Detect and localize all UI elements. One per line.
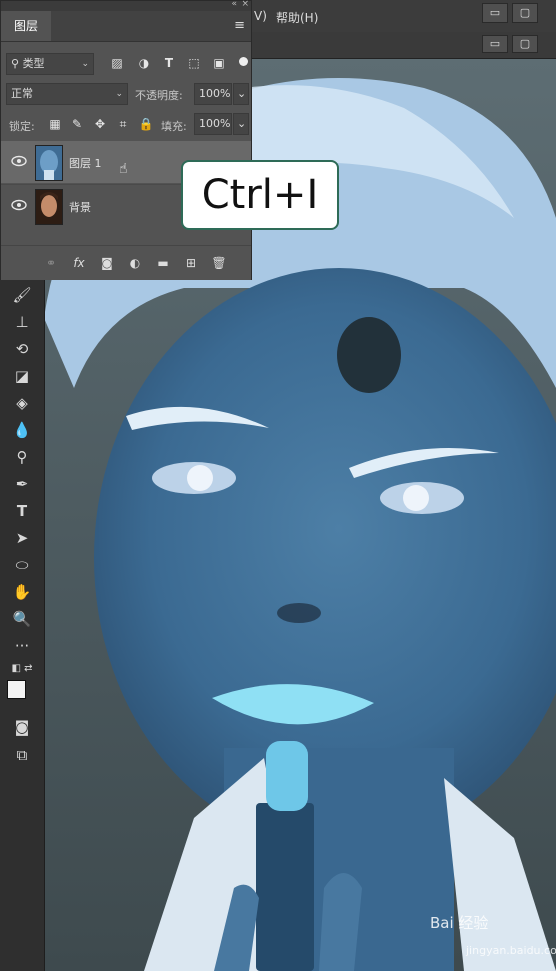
- lock-pixels-icon[interactable]: ✎: [69, 116, 85, 132]
- image-filter-icon[interactable]: ▨: [109, 55, 125, 71]
- layer-thumbnail-background: [35, 189, 63, 225]
- zoom-icon[interactable]: 🔍: [8, 608, 36, 630]
- stamp-icon[interactable]: ⊥: [8, 311, 36, 333]
- panel-menu-icon[interactable]: ≡: [234, 18, 245, 33]
- doc-minimize-button[interactable]: ▭: [482, 35, 508, 53]
- menu-item-help[interactable]: 帮助(H): [276, 9, 318, 26]
- layer-name: 背景: [69, 201, 91, 214]
- screen-mode-icon[interactable]: ⧉: [8, 744, 36, 766]
- lock-position-icon[interactable]: ✥: [92, 116, 108, 132]
- path-select-icon[interactable]: ➤: [8, 527, 36, 549]
- history-brush-icon[interactable]: ⟲: [8, 338, 36, 360]
- fill-dropdown-button[interactable]: ⌄: [233, 113, 249, 135]
- options-bar: ▭ ▢: [252, 32, 556, 59]
- collapse-icon[interactable]: «: [231, 0, 237, 9]
- type-icon[interactable]: T: [8, 500, 36, 522]
- adjustment-layer-icon[interactable]: ◐: [127, 255, 143, 271]
- baidu-watermark: Bai 经验: [430, 914, 489, 932]
- baidu-watermark-url: jingyan.baidu.com: [466, 944, 556, 957]
- group-folder-icon[interactable]: ▬: [155, 255, 171, 271]
- smartobject-filter-icon[interactable]: ▣: [211, 55, 227, 71]
- eraser-icon[interactable]: ◪: [8, 365, 36, 387]
- layer-name: 图层 1: [69, 157, 102, 170]
- visibility-eye-icon[interactable]: [11, 199, 27, 211]
- filter-kind-value: 类型: [22, 57, 45, 70]
- dodge-icon[interactable]: ⚲: [8, 446, 36, 468]
- minimize-button[interactable]: ▭: [482, 3, 508, 23]
- blend-mode-value: 正常: [11, 87, 33, 100]
- pen-icon[interactable]: ✒: [8, 473, 36, 495]
- search-icon: ⚲: [11, 57, 20, 70]
- panel-tabs: 图层 ≡: [1, 11, 251, 42]
- link-layers-icon[interactable]: ⚭: [43, 255, 59, 271]
- bucket-icon[interactable]: ◈: [8, 392, 36, 414]
- swap-colors-icon[interactable]: ◧ ⇄: [8, 658, 36, 680]
- brush-icon[interactable]: 🖌: [8, 284, 36, 306]
- chevron-down-icon: ⌄: [115, 89, 123, 99]
- visibility-eye-icon[interactable]: [11, 155, 27, 167]
- fill-label: 填充:: [161, 120, 187, 133]
- ellipse-icon[interactable]: ⬭: [8, 554, 36, 576]
- chevron-down-icon: ⌄: [81, 59, 89, 69]
- tools-panel: 🖌 ⊥ ⟲ ◪ ◈ 💧 ⚲ ✒ T ➤ ⬭ ✋ 🔍 ··· ◧ ⇄ ◙ ⧉: [0, 280, 45, 971]
- add-mask-icon[interactable]: ◙: [99, 255, 115, 271]
- layer-thumbnail-inverted: [35, 145, 63, 181]
- tab-layers[interactable]: 图层: [1, 11, 51, 41]
- lock-artboard-icon[interactable]: ⌗: [115, 116, 131, 132]
- restore-button[interactable]: ▢: [512, 3, 538, 23]
- filter-toggle[interactable]: [239, 57, 248, 66]
- app-menubar: V) 帮助(H) ▭ ▢: [252, 0, 556, 33]
- lock-transparent-icon[interactable]: ▦: [47, 116, 63, 132]
- foreground-color-swatch[interactable]: [7, 680, 26, 699]
- hand-icon[interactable]: ✋: [8, 581, 36, 603]
- opacity-label: 不透明度:: [135, 89, 183, 102]
- blend-mode-select[interactable]: 正常 ⌄: [6, 83, 128, 105]
- filter-kind-select[interactable]: ⚲ 类型 ⌄: [6, 53, 94, 75]
- shortcut-callout: Ctrl+I: [181, 160, 339, 230]
- quick-mask-icon[interactable]: ◙: [8, 716, 36, 738]
- new-layer-icon[interactable]: ⊞: [183, 255, 199, 271]
- close-icon[interactable]: ×: [241, 0, 249, 9]
- opacity-dropdown-button[interactable]: ⌄: [233, 83, 249, 105]
- menu-item-view-tail[interactable]: V): [254, 9, 267, 23]
- shape-filter-icon[interactable]: ⬚: [186, 55, 202, 71]
- lock-all-icon[interactable]: 🔒: [138, 116, 154, 132]
- type-filter-icon[interactable]: T: [161, 55, 177, 71]
- layers-panel: « × 图层 ≡ ⚲ 类型 ⌄ ▨ ◑ T ⬚ ▣ 正常 ⌄ 不透明度: 100…: [0, 0, 252, 280]
- hand-cursor-icon: ☝: [119, 161, 128, 177]
- trash-icon[interactable]: 🗑: [211, 255, 227, 271]
- panel-header-strip: « ×: [1, 0, 251, 11]
- fill-input[interactable]: 100%: [194, 113, 232, 135]
- drop-icon[interactable]: 💧: [8, 419, 36, 441]
- adjustment-filter-icon[interactable]: ◑: [136, 55, 152, 71]
- opacity-input[interactable]: 100%: [194, 83, 232, 105]
- layers-panel-footer: ⚭ fx ◙ ◐ ▬ ⊞ 🗑: [1, 245, 251, 280]
- doc-restore-button[interactable]: ▢: [512, 35, 538, 53]
- lock-label: 锁定:: [9, 120, 35, 133]
- fx-icon[interactable]: fx: [71, 255, 87, 271]
- more-icon[interactable]: ···: [8, 635, 36, 657]
